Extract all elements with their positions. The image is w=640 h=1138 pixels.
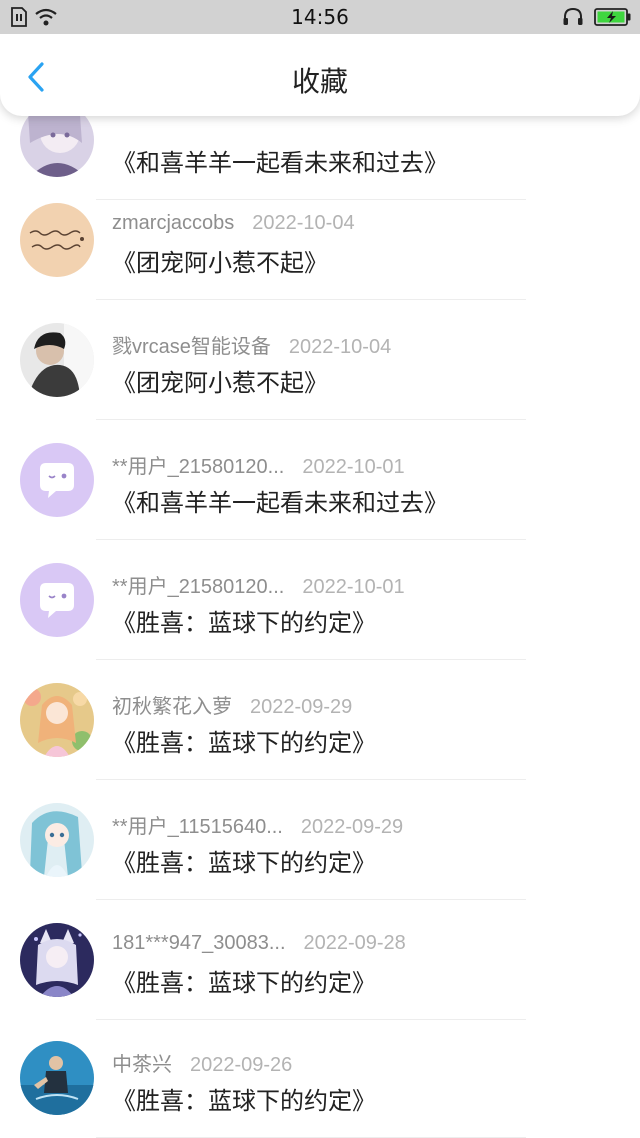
item-meta: 181***947_30083... 2022-09-28 — [112, 930, 406, 956]
username: **用户_11515640... — [112, 816, 283, 838]
book-title: 《胜喜：蓝球下的约定》 — [112, 609, 376, 637]
item-meta: 戮vrcase智能设备 2022-10-04 — [112, 330, 392, 358]
item-meta: 初秋繁花入萝 2022-09-29 — [112, 690, 353, 718]
date: 2022-10-01 — [302, 456, 405, 478]
avatar — [20, 323, 94, 397]
date: 2022-09-26 — [190, 1054, 293, 1076]
header-bar: 收藏 — [0, 34, 640, 116]
list-item[interactable]: zmarcjaccobs 2022-10-04 《团宠阿小惹不起》 — [0, 180, 640, 300]
item-meta: **用户_21580120... 2022-10-01 — [112, 570, 405, 598]
username: zmarcjaccobs — [112, 212, 235, 234]
book-title: 《团宠阿小惹不起》 — [112, 369, 328, 397]
date: 2022-10-01 — [302, 576, 405, 598]
list-item[interactable]: **用户_21580120... 2022-10-01 《胜喜：蓝球下的约定》 — [0, 540, 640, 660]
date: 2022-09-28 — [303, 932, 406, 954]
headset-icon — [563, 7, 583, 25]
avatar — [20, 683, 94, 757]
book-title: 《胜喜：蓝球下的约定》 — [112, 969, 376, 997]
default-avatar-icon — [20, 563, 94, 637]
username: **用户_21580120... — [112, 576, 285, 598]
book-title: 《胜喜：蓝球下的约定》 — [112, 849, 376, 877]
book-title: 《和喜羊羊一起看未来和过去》 — [112, 149, 448, 177]
list-item[interactable]: **用户_21580120... 2022-10-01 《和喜羊羊一起看未来和过去… — [0, 420, 640, 540]
username: 中茶兴 — [112, 1054, 172, 1076]
username: 戮vrcase智能设备 — [112, 336, 271, 358]
username: 181***947_30083... — [112, 932, 286, 954]
item-meta: **用户_11515640... 2022-09-29 — [112, 810, 404, 838]
list-item[interactable]: 戮vrcase智能设备 2022-10-04 《团宠阿小惹不起》 — [0, 300, 640, 420]
book-title: 《胜喜：蓝球下的约定》 — [112, 729, 376, 757]
list-item[interactable]: 181***947_30083... 2022-09-28 《胜喜：蓝球下的约定》 — [0, 900, 640, 1020]
status-bar: 14:56 — [0, 0, 640, 34]
date: 2022-10-04 — [288, 336, 392, 358]
avatar — [20, 1041, 94, 1115]
item-meta: zmarcjaccobs 2022-10-04 — [112, 210, 355, 236]
book-title: 《团宠阿小惹不起》 — [112, 249, 328, 277]
page-title: 收藏 — [291, 65, 348, 98]
item-meta: **用户_21580120... 2022-10-01 — [112, 450, 405, 478]
item-meta: 中茶兴 2022-09-26 — [112, 1048, 293, 1076]
book-title: 《胜喜：蓝球下的约定》 — [112, 1087, 376, 1115]
status-time: 14:56 — [291, 5, 349, 29]
avatar — [20, 803, 94, 877]
avatar — [20, 923, 94, 997]
username: 初秋繁花入萝 — [112, 696, 232, 718]
battery-charging-icon — [594, 8, 631, 26]
date: 2022-09-29 — [300, 816, 404, 838]
date: 2022-10-04 — [252, 212, 355, 234]
date: 2022-09-29 — [250, 696, 353, 718]
list-item[interactable]: 中茶兴 2022-09-26 《胜喜：蓝球下的约定》 — [0, 1018, 640, 1138]
list-item[interactable]: 初秋繁花入萝 2022-09-29 《胜喜：蓝球下的约定》 — [0, 660, 640, 780]
list-item[interactable]: **用户_11515640... 2022-09-29 《胜喜：蓝球下的约定》 — [0, 780, 640, 900]
book-title: 《和喜羊羊一起看未来和过去》 — [112, 489, 448, 517]
username: **用户_21580120... — [112, 456, 285, 478]
default-avatar-icon — [20, 443, 94, 517]
avatar — [20, 203, 94, 277]
